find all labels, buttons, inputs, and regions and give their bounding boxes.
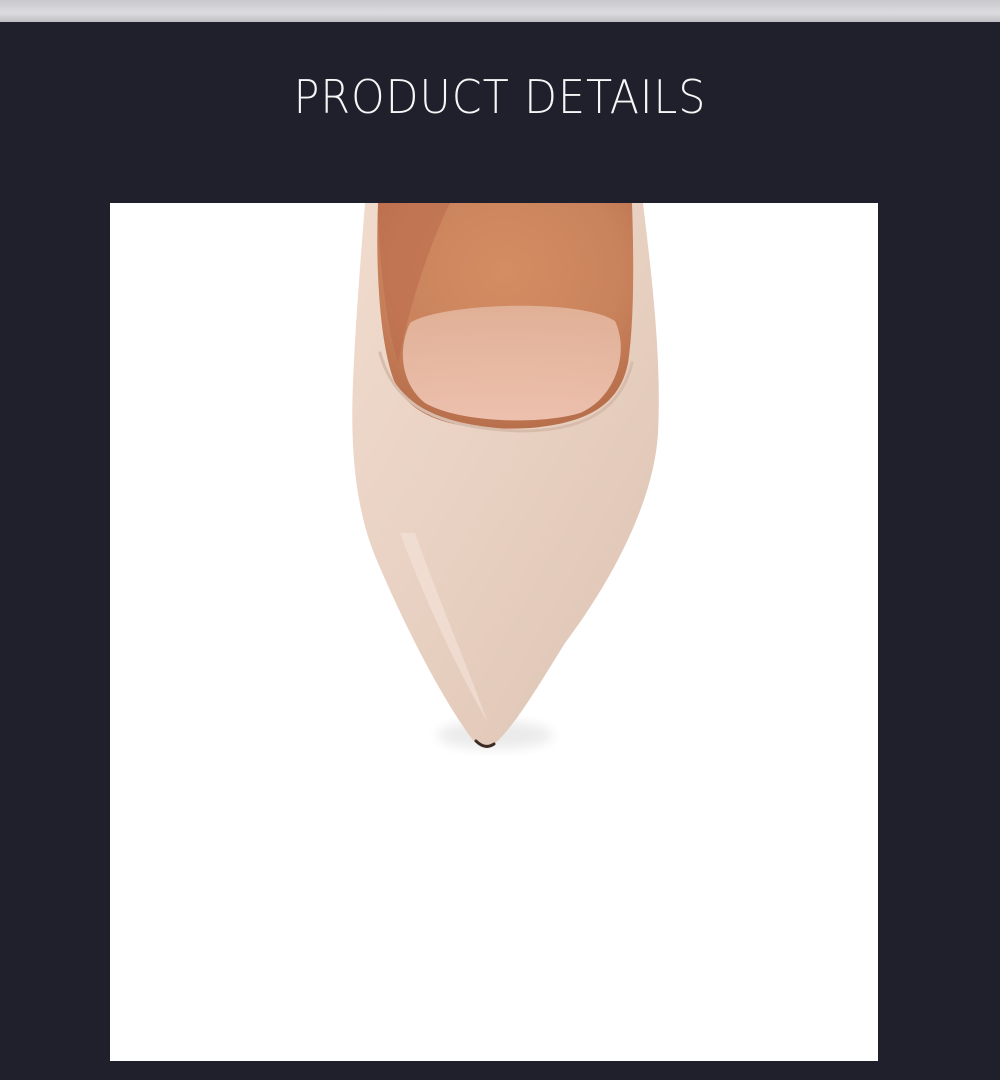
shoe-insole	[402, 305, 621, 421]
top-strip	[0, 0, 1000, 22]
page-title: PRODUCT DETAILS	[293, 70, 707, 124]
product-photo-frame	[110, 203, 878, 1061]
shoe-image	[352, 203, 659, 749]
